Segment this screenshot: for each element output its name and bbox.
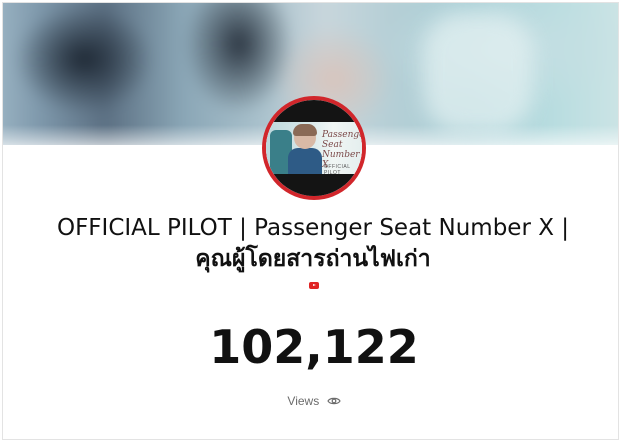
view-count: 102,122 [209,320,419,374]
letterbox-bottom [266,174,362,196]
video-stats-card: Passenger Seat Number X OFFICIAL PILOT O… [2,2,619,440]
video-thumbnail-avatar[interactable]: Passenger Seat Number X OFFICIAL PILOT [262,96,366,200]
video-title-line-2: คุณผู้โดยสารถ่านไฟเก่า [195,246,431,272]
video-title: OFFICIAL PILOT | Passenger Seat Number X… [15,213,611,275]
banner-window-shape [423,13,533,133]
thumbnail-official-text: OFFICIAL PILOT [324,164,351,176]
thumbnail-person-body [288,148,322,174]
youtube-icon [309,282,319,289]
eye-icon [326,397,341,405]
views-label: Views [287,394,320,408]
video-title-line-1: OFFICIAL PILOT | Passenger Seat Number X… [56,215,570,241]
letterbox-top [266,100,362,122]
thumbnail-person-hair [293,124,317,136]
thumbnail-image: Passenger Seat Number X OFFICIAL PILOT [266,100,362,196]
views-row: Views [3,392,618,410]
